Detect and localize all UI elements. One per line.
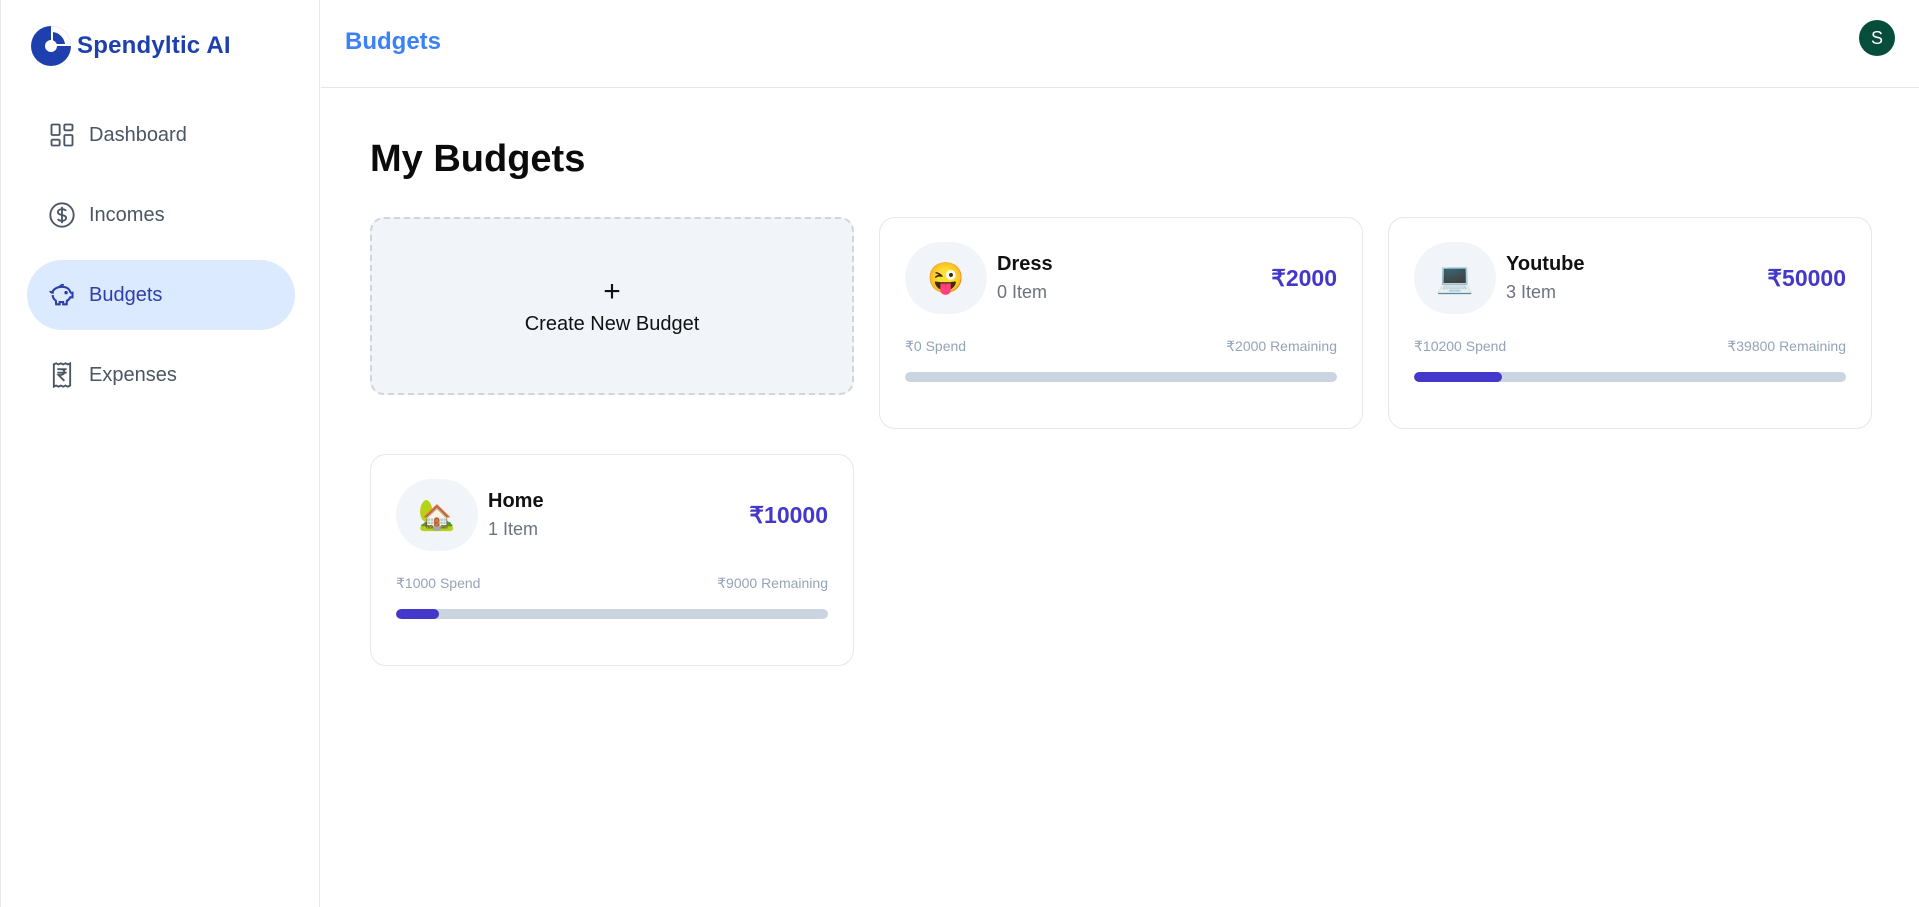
budget-item-count: 0 Item [997, 282, 1048, 302]
budget-progress-bar [905, 372, 1337, 382]
budget-progress-fill [396, 609, 440, 619]
card-left: 💻 Youtube 3 Item [1414, 242, 1585, 314]
budget-progress-bar [396, 609, 828, 619]
card-header: 💻 Youtube 3 Item ₹50000 [1414, 242, 1846, 314]
main-content: My Budgets + Create New Budget 😜 Dress 0… [370, 138, 1872, 666]
budget-amount: ₹10000 [749, 501, 828, 528]
budget-spend: ₹10200 Spend [1414, 338, 1507, 354]
budget-amount: ₹2000 [1271, 264, 1337, 291]
budget-card-home[interactable]: 🏡 Home 1 Item ₹10000 ₹1000 Spend ₹9000 R… [370, 454, 854, 666]
budget-emoji-icon: 💻 [1414, 242, 1496, 314]
budget-emoji-icon: 🏡 [396, 479, 478, 551]
card-info: Home 1 Item [488, 490, 544, 540]
budget-name: Dress [997, 253, 1053, 275]
page-title: My Budgets [370, 138, 586, 180]
card-header: 🏡 Home 1 Item ₹10000 [396, 479, 828, 551]
piggy-bank-icon [47, 280, 77, 310]
sidebar-item-dashboard[interactable]: Dashboard [27, 100, 295, 170]
sidebar-item-incomes[interactable]: Incomes [27, 180, 295, 250]
budget-item-count: 3 Item [1506, 282, 1557, 302]
dollar-circle-icon [47, 200, 77, 230]
header-title: Budgets [345, 28, 441, 55]
budget-stats: ₹1000 Spend ₹9000 Remaining [396, 575, 828, 592]
budget-remaining: ₹2000 Remaining [1226, 338, 1337, 354]
brand[interactable]: Spendyltic AI [29, 24, 231, 68]
budget-name: Home [488, 490, 544, 512]
logo-icon [31, 26, 71, 66]
sidebar-item-label: Budgets [89, 283, 163, 306]
card-left: 😜 Dress 0 Item [905, 242, 1053, 314]
top-header: Budgets S [321, 0, 1919, 88]
budget-progress-fill [1414, 372, 1503, 382]
card-header: 😜 Dress 0 Item ₹2000 [905, 242, 1337, 314]
budget-spend: ₹0 Spend [905, 338, 967, 354]
brand-name: Spendyltic AI [77, 32, 231, 59]
sidebar-item-label: Dashboard [89, 123, 187, 146]
card-info: Youtube 3 Item [1506, 253, 1585, 303]
budget-name: Youtube [1506, 253, 1585, 275]
create-budget-button[interactable]: + Create New Budget [370, 217, 854, 395]
card-info: Dress 0 Item [997, 253, 1053, 303]
budget-item-count: 1 Item [488, 519, 539, 539]
budget-amount: ₹50000 [1767, 264, 1846, 291]
sidebar-item-label: Incomes [89, 203, 165, 226]
budget-spend: ₹1000 Spend [396, 575, 481, 591]
budget-card-youtube[interactable]: 💻 Youtube 3 Item ₹50000 ₹10200 Spend ₹39… [1388, 217, 1872, 429]
dashboard-icon [47, 120, 77, 150]
create-budget-label: Create New Budget [524, 312, 700, 335]
app-root: Spendyltic AI Dashboard Incomes Budgets … [0, 0, 1919, 907]
sidebar: Spendyltic AI Dashboard Incomes Budgets … [0, 0, 320, 907]
budget-grid: + Create New Budget 😜 Dress 0 Item ₹2000 [370, 217, 1872, 666]
sidebar-item-label: Expenses [89, 363, 177, 386]
budget-remaining: ₹9000 Remaining [717, 575, 828, 591]
budget-progress-bar [1414, 372, 1846, 382]
sidebar-item-budgets[interactable]: Budgets [27, 260, 295, 330]
sidebar-nav: Dashboard Incomes Budgets Expenses [27, 100, 295, 420]
budget-stats: ₹10200 Spend ₹39800 Remaining [1414, 338, 1846, 355]
avatar[interactable]: S [1859, 20, 1895, 56]
budget-remaining: ₹39800 Remaining [1727, 338, 1846, 354]
budget-card-dress[interactable]: 😜 Dress 0 Item ₹2000 ₹0 Spend ₹2000 Rema… [879, 217, 1363, 429]
sidebar-item-expenses[interactable]: Expenses [27, 340, 295, 410]
budget-emoji-icon: 😜 [905, 242, 987, 314]
card-left: 🏡 Home 1 Item [396, 479, 544, 551]
plus-icon: + [603, 274, 621, 308]
budget-stats: ₹0 Spend ₹2000 Remaining [905, 338, 1337, 355]
receipt-rupee-icon [47, 360, 77, 390]
